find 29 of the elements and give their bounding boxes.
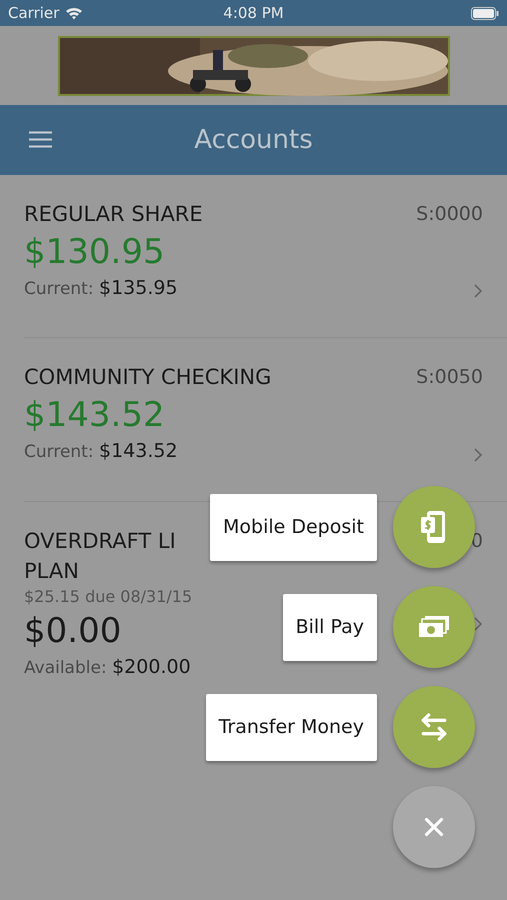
- chevron-icon[interactable]: [473, 616, 483, 632]
- due-note: $25.15 due 08/31/15: [24, 586, 192, 608]
- action-label[interactable]: Mobile Deposit: [210, 494, 377, 560]
- balance-detail: Current: $143.52: [24, 440, 178, 462]
- status-time: 4:08 PM: [223, 4, 284, 22]
- chevron-icon[interactable]: [473, 283, 483, 299]
- balance-detail: Current: $135.95: [24, 277, 178, 299]
- wifi-icon: [65, 6, 84, 20]
- battery-icon: [471, 6, 500, 20]
- cash-icon: [417, 614, 451, 640]
- menu-icon[interactable]: [29, 131, 52, 148]
- close-button[interactable]: [393, 786, 475, 868]
- account-name: COMMUNITY CHECKING: [24, 364, 272, 391]
- account-name: REGULAR SHARE: [24, 201, 203, 228]
- chevron-icon[interactable]: [473, 447, 483, 463]
- account-name: PLAN: [24, 558, 79, 585]
- account-balance: $143.52: [24, 394, 165, 437]
- balance-detail: Available: $200.00: [24, 656, 191, 678]
- account-number: S:0050: [416, 365, 483, 390]
- account-number: S:0000: [416, 202, 483, 227]
- page-title: Accounts: [194, 125, 313, 155]
- action-label[interactable]: Transfer Money: [206, 694, 377, 760]
- account-balance: $0.00: [24, 610, 122, 653]
- action-button[interactable]: [393, 686, 475, 768]
- account-name: OVERDRAFT LI: [24, 528, 176, 555]
- carrier-label: Carrier: [8, 4, 60, 22]
- account-balance: $130.95: [24, 231, 165, 274]
- action-label[interactable]: Bill Pay: [282, 594, 377, 660]
- action-button[interactable]: [393, 586, 475, 668]
